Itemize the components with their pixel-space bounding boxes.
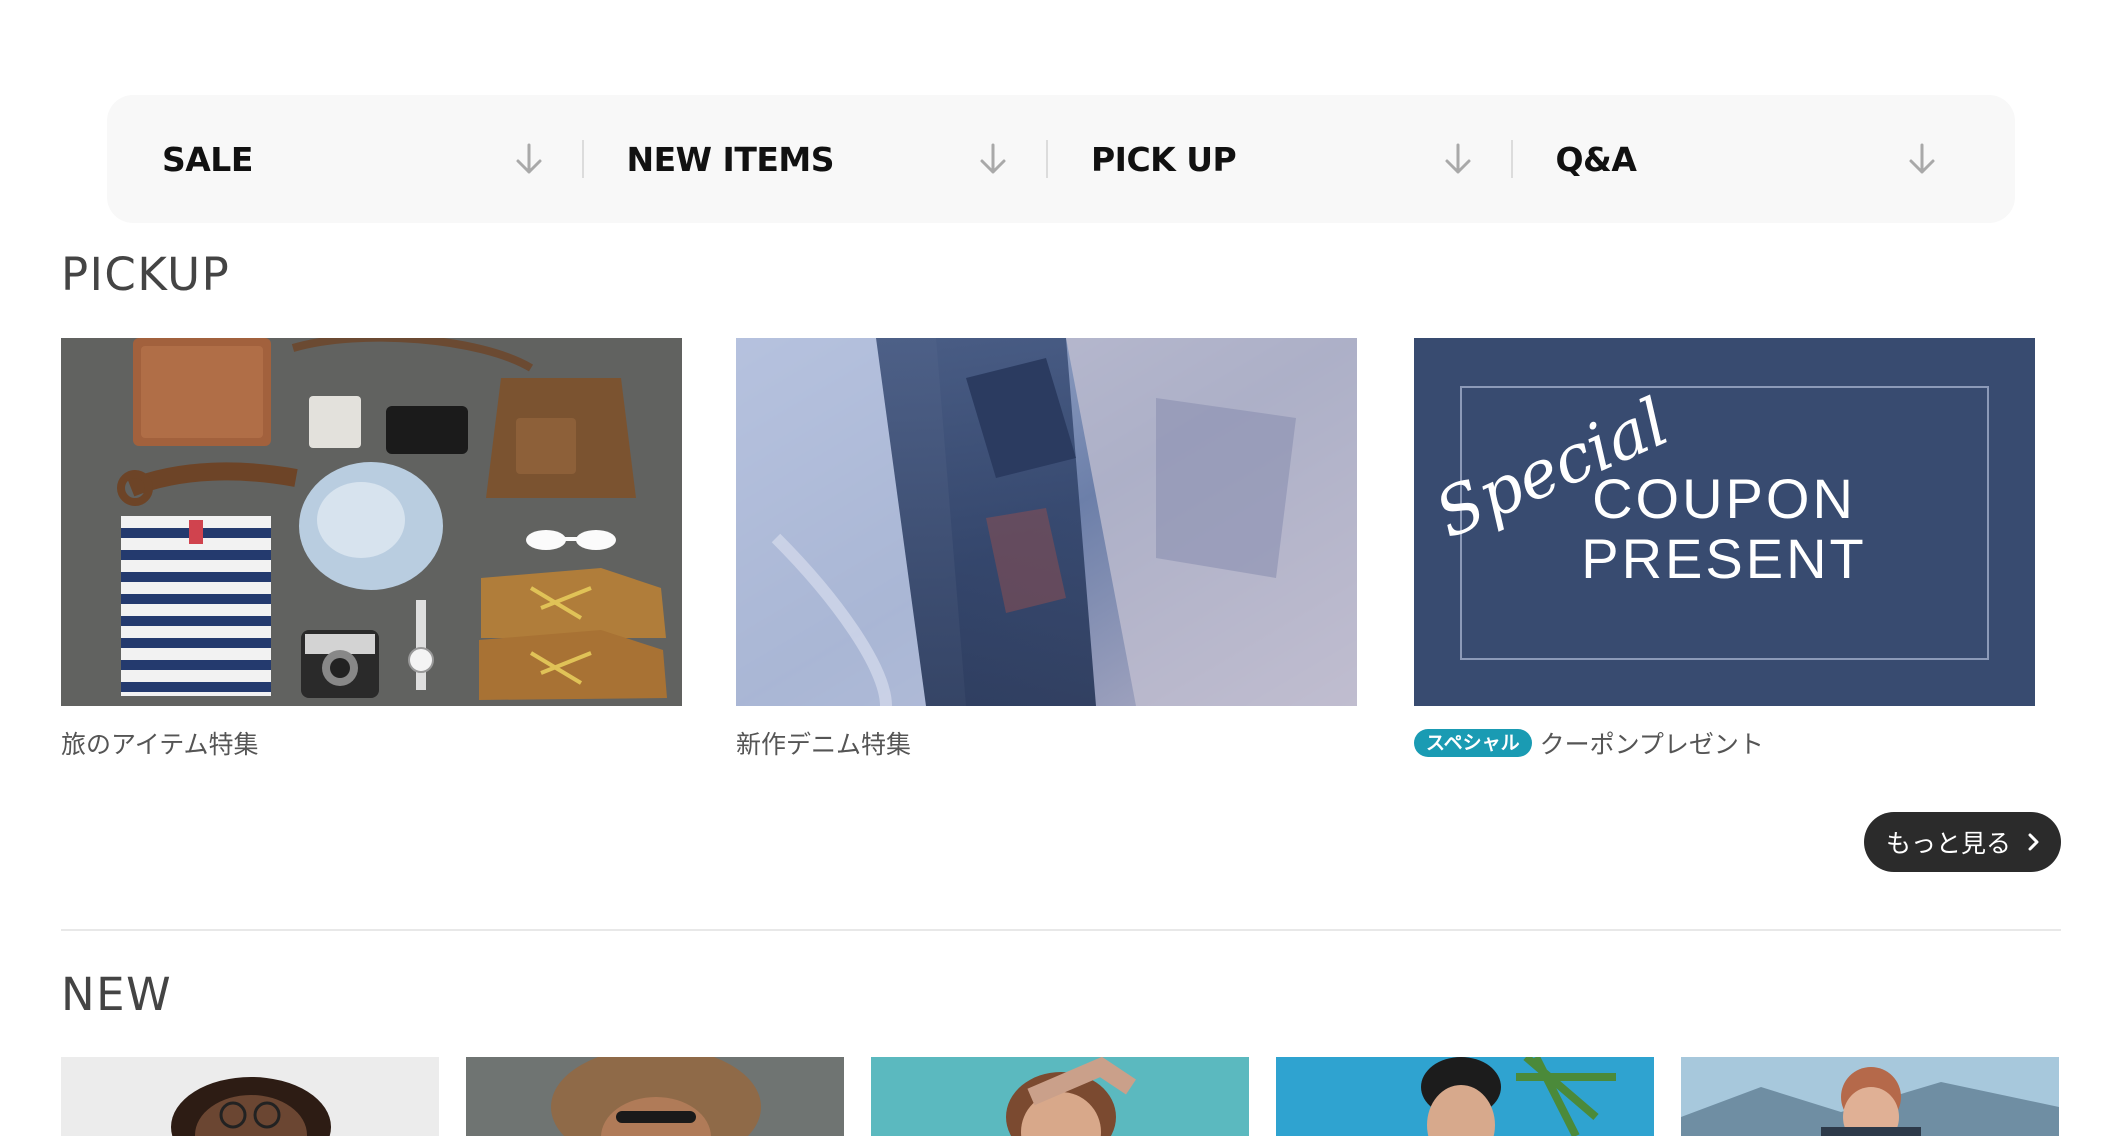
section-divider: [61, 929, 2061, 931]
anchor-item-sale[interactable]: SALE: [162, 95, 582, 223]
special-badge: スペシャル: [1414, 729, 1532, 757]
anchor-nav: SALE NEW ITEMS PICK UP Q&A: [107, 95, 2015, 223]
new-section-title: NEW: [61, 968, 173, 1021]
anchor-item-qa[interactable]: Q&A: [1510, 95, 1976, 223]
new-item-card[interactable]: [466, 1057, 844, 1136]
anchor-item-new-items[interactable]: NEW ITEMS: [581, 95, 1047, 223]
new-item-image: [466, 1057, 844, 1136]
denim-image: [736, 338, 1357, 706]
coupon-line1-text: COUPON: [1592, 467, 1856, 530]
pickup-caption-text: 旅のアイテム特集: [61, 730, 259, 759]
anchor-label: PICK UP: [1091, 139, 1237, 179]
new-item-card[interactable]: [871, 1057, 1249, 1136]
new-item-card[interactable]: [1681, 1057, 2059, 1136]
anchor-item-pick-up[interactable]: PICK UP: [1046, 95, 1511, 223]
chevron-right-icon: [2028, 833, 2039, 851]
pickup-caption-text: 新作デニム特集: [736, 730, 912, 759]
pickup-card-coupon[interactable]: Special COUPON PRESENT スペシャル クーポンプレゼント: [1414, 338, 2035, 761]
new-item-image: [61, 1057, 439, 1136]
coupon-banner-image: Special COUPON PRESENT: [1414, 338, 2035, 706]
arrow-down-icon: [980, 143, 1006, 174]
pickup-caption: 新作デニム特集: [736, 725, 1357, 761]
pickup-card-denim[interactable]: 新作デニム特集: [736, 338, 1357, 761]
anchor-label: SALE: [162, 139, 253, 179]
more-button-label: もっと見る: [1885, 829, 2011, 858]
arrow-down-icon: [516, 143, 541, 174]
arrow-down-icon: [1909, 143, 1935, 174]
pickup-caption: 旅のアイテム特集: [61, 725, 682, 761]
travel-items-image: [61, 338, 682, 706]
new-item-image: [1681, 1057, 2059, 1136]
new-item-card[interactable]: [61, 1057, 439, 1136]
pickup-caption: スペシャル クーポンプレゼント: [1414, 725, 2035, 761]
anchor-label: NEW ITEMS: [626, 139, 835, 179]
more-button[interactable]: もっと見る: [1864, 812, 2061, 872]
arrow-down-icon: [1445, 143, 1470, 174]
new-item-card[interactable]: [1276, 1057, 1654, 1136]
pickup-caption-text: クーポンプレゼント: [1539, 730, 1764, 759]
new-item-image: [871, 1057, 1249, 1136]
anchor-label: Q&A: [1555, 139, 1637, 179]
new-item-image: [1276, 1057, 1654, 1136]
coupon-line2-text: PRESENT: [1581, 527, 1867, 590]
pickup-section-title: PICKUP: [61, 248, 231, 301]
pickup-card-travel[interactable]: 旅のアイテム特集: [61, 338, 682, 761]
